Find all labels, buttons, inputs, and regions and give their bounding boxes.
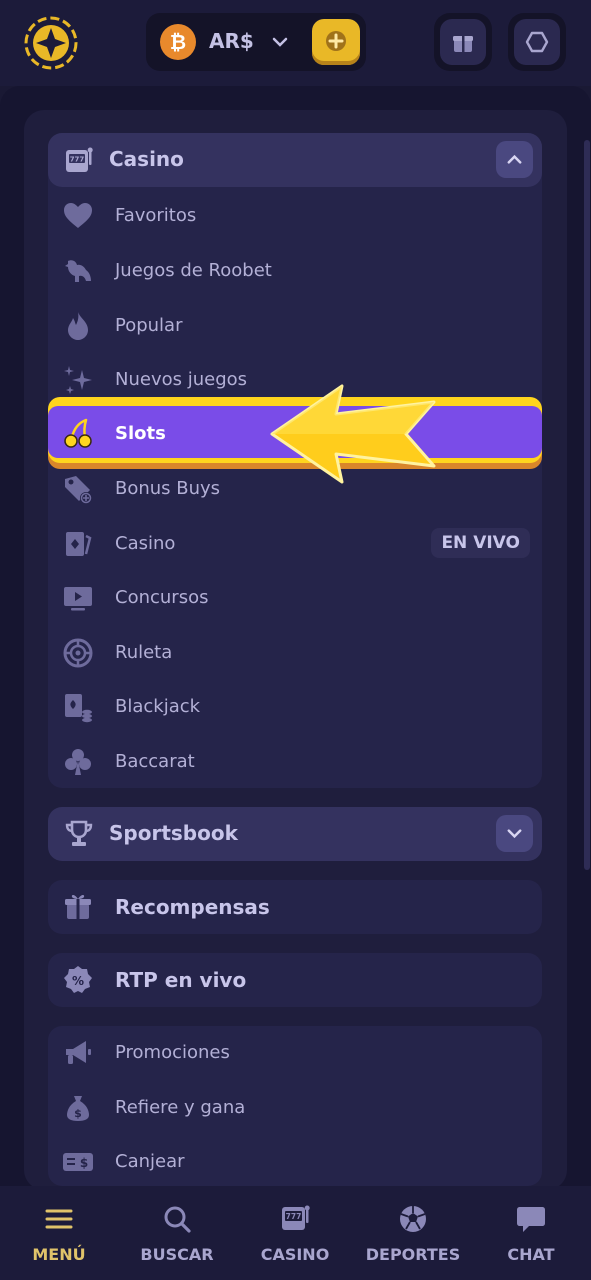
playing-card-icon [66, 532, 92, 556]
card-chips-icon [65, 694, 92, 723]
roulette-icon [63, 638, 93, 668]
menu-item-popular[interactable]: Popular [48, 301, 542, 351]
menu-item-favoritos[interactable]: Favoritos [48, 191, 542, 241]
percent-badge-icon: % [64, 966, 92, 993]
bitcoin-icon: ₿ [160, 24, 196, 60]
menu-item-rtp-en-vivo[interactable]: % RTP en vivo [48, 953, 542, 1007]
nav-menu[interactable]: MENÚ [0, 1186, 118, 1280]
menu-item-canjear[interactable]: $ Canjear [48, 1137, 542, 1187]
menu-icon [45, 1209, 73, 1229]
nav-chat[interactable]: CHAT [472, 1186, 590, 1280]
slot-machine-icon: 777 [282, 1205, 310, 1230]
gift-button[interactable] [434, 13, 492, 71]
money-bag-icon: $ [67, 1096, 89, 1121]
top-bar: ₿ AR$ [0, 0, 591, 86]
menu-item-ruleta[interactable]: Ruleta [48, 628, 542, 678]
menu-item-promociones[interactable]: Promociones [48, 1028, 542, 1078]
megaphone-icon [66, 1041, 91, 1064]
chevron-up-icon [507, 154, 522, 164]
hexagon-icon [525, 31, 549, 53]
svg-text:777: 777 [70, 156, 85, 164]
menu-item-recompensas[interactable]: Recompensas [48, 880, 542, 934]
scrollbar[interactable] [584, 140, 590, 870]
roobet-logo-icon[interactable] [22, 14, 80, 72]
chat-icon [517, 1207, 545, 1232]
account-button[interactable] [508, 13, 566, 71]
chevron-down-icon[interactable] [270, 32, 290, 52]
tag-plus-icon [65, 476, 92, 504]
bottom-nav: MENÚ BUSCAR 777 CASINO DEPORTES CHAT [0, 1186, 591, 1280]
svg-text:$: $ [80, 1156, 88, 1170]
heart-icon [64, 203, 92, 228]
nav-sports[interactable]: DEPORTES [354, 1186, 472, 1280]
deposit-button[interactable] [312, 19, 360, 65]
nav-casino[interactable]: 777 CASINO [236, 1186, 354, 1280]
menu-item-casino-live[interactable]: Casino EN VIVO [48, 519, 542, 569]
sparkles-icon [64, 366, 92, 394]
ticket-dollar-icon: $ [63, 1153, 93, 1171]
soccer-ball-icon [400, 1206, 426, 1232]
svg-text:777: 777 [286, 1212, 302, 1221]
trophy-icon [65, 820, 93, 846]
menu-item-refiere-y-gana[interactable]: $ Refiere y gana [48, 1083, 542, 1133]
svg-text:%: % [72, 974, 84, 988]
search-icon [164, 1206, 191, 1233]
currency-label: AR$ [209, 29, 254, 53]
flame-icon [68, 312, 88, 340]
club-suit-icon [65, 749, 91, 775]
kangaroo-icon [65, 260, 91, 282]
nav-search[interactable]: BUSCAR [118, 1186, 236, 1280]
collapse-casino-button[interactable] [496, 141, 533, 178]
menu-item-blackjack[interactable]: Blackjack [48, 682, 542, 732]
menu-item-concursos[interactable]: Concursos [48, 573, 542, 623]
menu-item-baccarat[interactable]: Baccarat [48, 737, 542, 787]
casino-header[interactable]: 777 Casino [48, 133, 542, 187]
plus-icon [326, 31, 346, 51]
slot-machine-icon: 777 [66, 147, 93, 172]
expand-sportsbook-button[interactable] [496, 815, 533, 852]
chevron-down-icon [507, 829, 522, 839]
svg-text:$: $ [74, 1107, 82, 1120]
live-badge: EN VIVO [431, 528, 530, 558]
cherries-icon [64, 418, 92, 448]
menu-item-juegos-roobet[interactable]: Juegos de Roobet [48, 246, 542, 296]
wallet-selector[interactable]: ₿ AR$ [146, 13, 366, 71]
gift-icon [453, 36, 473, 52]
sportsbook-header[interactable]: Sportsbook [48, 807, 542, 861]
sportsbook-title: Sportsbook [109, 821, 238, 845]
tv-play-icon [64, 587, 92, 611]
menu-item-bonus-buys[interactable]: Bonus Buys [48, 464, 542, 514]
gift-icon [65, 894, 91, 919]
casino-title: Casino [109, 147, 184, 171]
